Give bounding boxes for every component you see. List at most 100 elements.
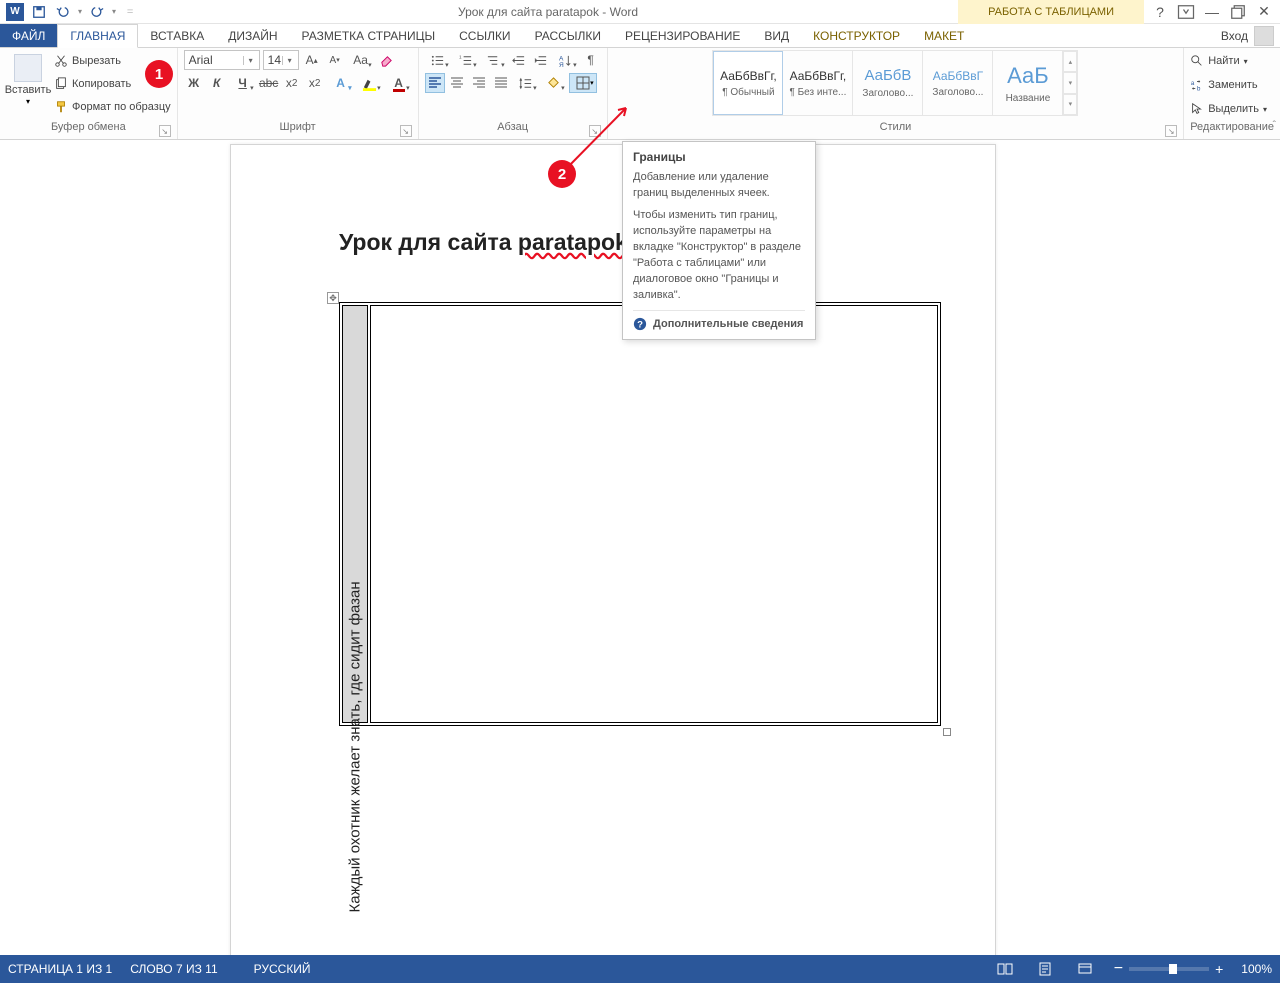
view-print-icon[interactable]	[1034, 958, 1056, 980]
title-bar: W ▾ ▾ = Урок для сайта paratapok - Word …	[0, 0, 1280, 24]
tab-view[interactable]: ВИД	[752, 24, 801, 47]
shrink-font-icon[interactable]: A▾	[325, 50, 345, 70]
borders-button[interactable]	[569, 73, 597, 93]
multilevel-icon[interactable]	[481, 50, 507, 70]
sort-icon[interactable]: AЯ	[553, 50, 579, 70]
tab-mailings[interactable]: РАССЫЛКИ	[523, 24, 613, 47]
cut-label: Вырезать	[72, 55, 121, 67]
paste-button[interactable]: Вставить ▾	[6, 50, 50, 110]
clear-format-icon[interactable]	[377, 50, 397, 70]
align-right-button[interactable]	[469, 73, 489, 93]
align-center-button[interactable]	[447, 73, 467, 93]
indent-increase-icon[interactable]	[531, 50, 551, 70]
group-styles-label: Стили	[880, 121, 912, 133]
tab-home[interactable]: ГЛАВНАЯ	[57, 24, 138, 48]
font-name-value: Arial	[189, 53, 213, 67]
font-name-combo[interactable]: Arial▾	[184, 50, 260, 70]
bullets-icon[interactable]	[425, 50, 451, 70]
zoom-slider[interactable]: − +	[1114, 960, 1224, 978]
styles-launcher[interactable]: ↘	[1165, 125, 1177, 137]
table-resize-handle-icon[interactable]	[943, 728, 951, 736]
page-1[interactable]: Урок для сайта paratapok ✥ Каждый охотни…	[230, 144, 996, 955]
shading-icon[interactable]	[541, 73, 567, 93]
gallery-down-icon[interactable]: ▾	[1063, 72, 1077, 93]
undo-icon[interactable]	[54, 3, 72, 21]
style-title[interactable]: АаБНазвание	[993, 51, 1063, 115]
close-icon[interactable]: ✕	[1254, 2, 1274, 22]
table-move-handle-icon[interactable]: ✥	[327, 292, 339, 304]
align-justify-button[interactable]	[491, 73, 511, 93]
sign-in[interactable]: Вход	[1221, 24, 1280, 47]
font-launcher[interactable]: ↘	[400, 125, 412, 137]
highlight-icon[interactable]	[357, 73, 383, 93]
ribbon-tabs: ФАЙЛ ГЛАВНАЯ ВСТАВКА ДИЗАЙН РАЗМЕТКА СТР…	[0, 24, 1280, 48]
replace-label: Заменить	[1208, 79, 1257, 91]
font-size-combo[interactable]: 14▾	[263, 50, 299, 70]
grow-font-icon[interactable]: A▴	[302, 50, 322, 70]
italic-button[interactable]: К	[207, 73, 227, 93]
doc-table[interactable]: Каждый охотник желает знать, где сидит ф…	[339, 302, 941, 726]
strike-button[interactable]: abc	[259, 73, 279, 93]
heading-link-text: paratapok	[518, 229, 628, 255]
clipboard-launcher[interactable]: ↘	[159, 125, 171, 137]
tooltip-more-link[interactable]: ? Дополнительные сведения	[633, 310, 805, 331]
zoom-track[interactable]	[1129, 967, 1209, 971]
replace-button[interactable]: abЗаменить	[1190, 74, 1267, 96]
tab-table-layout[interactable]: МАКЕТ	[912, 24, 976, 47]
change-case-icon[interactable]: Aa	[348, 50, 374, 70]
status-page[interactable]: СТРАНИЦА 1 ИЗ 1	[8, 962, 112, 976]
font-size-value: 14	[268, 53, 281, 67]
gallery-up-icon[interactable]: ▴	[1063, 51, 1077, 72]
format-painter-button[interactable]: Формат по образцу	[54, 96, 171, 118]
tab-references[interactable]: ССЫЛКИ	[447, 24, 522, 47]
view-web-icon[interactable]	[1074, 958, 1096, 980]
status-language[interactable]: РУССКИЙ	[254, 962, 311, 976]
help-icon[interactable]: ?	[1150, 2, 1170, 22]
select-button[interactable]: Выделить ▾	[1190, 98, 1267, 120]
subscript-button[interactable]: x2	[282, 73, 302, 93]
font-color-icon[interactable]: A	[386, 73, 412, 93]
zoom-in-icon[interactable]: +	[1215, 961, 1223, 977]
redo-icon[interactable]	[88, 3, 106, 21]
find-button[interactable]: Найти ▾	[1190, 50, 1267, 72]
style-heading1[interactable]: АаБбВЗаголово...	[853, 51, 923, 115]
styles-gallery[interactable]: АаБбВвГг,¶ Обычный АаБбВвГг,¶ Без инте..…	[712, 50, 1078, 116]
zoom-level[interactable]: 100%	[1241, 962, 1272, 976]
line-spacing-icon[interactable]	[513, 73, 539, 93]
tab-file[interactable]: ФАЙЛ	[0, 24, 57, 47]
table-cell-main[interactable]	[370, 305, 938, 723]
status-words[interactable]: СЛОВО 7 ИЗ 11	[130, 962, 217, 976]
style-no-spacing[interactable]: АаБбВвГг,¶ Без инте...	[783, 51, 853, 115]
ribbon-display-icon[interactable]	[1176, 2, 1196, 22]
zoom-out-icon[interactable]: −	[1114, 960, 1123, 978]
collapse-ribbon-icon[interactable]: ˆ	[1273, 120, 1276, 131]
find-label: Найти	[1208, 55, 1239, 67]
indent-decrease-icon[interactable]	[509, 50, 529, 70]
style-normal[interactable]: АаБбВвГг,¶ Обычный	[713, 51, 783, 115]
tab-review[interactable]: РЕЦЕНЗИРОВАНИЕ	[613, 24, 752, 47]
paste-icon	[14, 54, 42, 82]
gallery-more-icon[interactable]: ▾	[1063, 94, 1077, 115]
svg-text:?: ?	[637, 319, 643, 330]
align-left-button[interactable]	[425, 73, 445, 93]
doc-heading[interactable]: Урок для сайта paratapok	[339, 229, 628, 256]
word-app-icon[interactable]: W	[6, 3, 24, 21]
style-heading2[interactable]: АаБбВвГЗаголово...	[923, 51, 993, 115]
table-cell-rotated[interactable]: Каждый охотник желает знать, где сидит ф…	[342, 305, 368, 723]
minimize-icon[interactable]: —	[1202, 2, 1222, 22]
tab-page-layout[interactable]: РАЗМЕТКА СТРАНИЦЫ	[290, 24, 448, 47]
heading-text: Урок для сайта	[339, 229, 518, 255]
zoom-thumb[interactable]	[1169, 964, 1177, 974]
numbering-icon[interactable]: 1	[453, 50, 479, 70]
tab-table-constructor[interactable]: КОНСТРУКТОР	[801, 24, 912, 47]
view-read-icon[interactable]	[994, 958, 1016, 980]
save-icon[interactable]	[30, 3, 48, 21]
underline-button[interactable]: Ч	[230, 73, 256, 93]
show-marks-icon[interactable]: ¶	[581, 50, 601, 70]
superscript-button[interactable]: x2	[305, 73, 325, 93]
restore-icon[interactable]	[1228, 2, 1248, 22]
tab-insert[interactable]: ВСТАВКА	[138, 24, 216, 47]
tab-design[interactable]: ДИЗАЙН	[216, 24, 289, 47]
bold-button[interactable]: Ж	[184, 73, 204, 93]
text-effects-icon[interactable]: A	[328, 73, 354, 93]
